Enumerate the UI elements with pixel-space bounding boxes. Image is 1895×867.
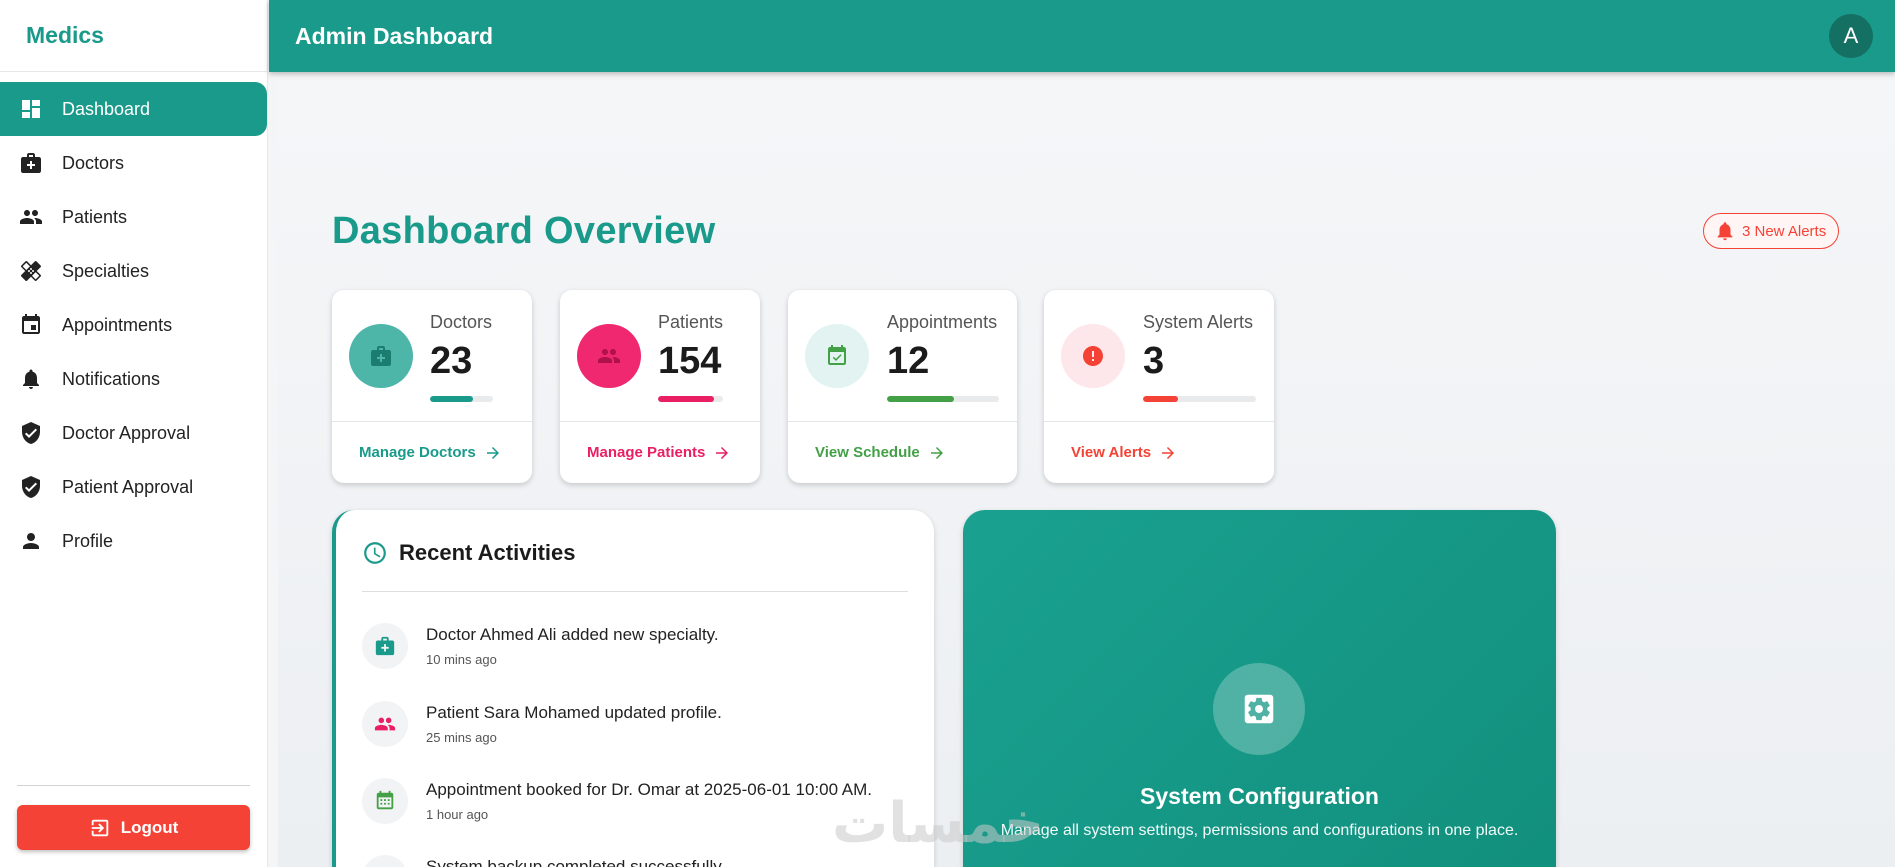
topbar: Admin Dashboard A <box>269 0 1895 72</box>
activity-text: Doctor Ahmed Ali added new specialty. <box>426 625 719 644</box>
bell-icon <box>18 366 44 392</box>
divider <box>362 591 908 592</box>
calendar-icon <box>362 778 408 824</box>
arrow-right-icon <box>1162 446 1175 459</box>
medical-bag-icon <box>349 324 413 388</box>
stat-card-patients: Patients 154 Manage Patients <box>560 290 760 483</box>
stat-value: 154 <box>658 340 722 382</box>
people-icon <box>18 204 44 230</box>
shield-check-icon <box>18 474 44 500</box>
main-content: Dashboard Overview 3 New Alerts Doctors … <box>278 80 1895 867</box>
logout-button[interactable]: Logout <box>17 805 250 850</box>
sidebar-item-patient-approval[interactable]: Patient Approval <box>0 460 267 514</box>
calendar-icon <box>18 312 44 338</box>
stat-progress-bar <box>658 396 723 402</box>
sidebar-item-label: Doctor Approval <box>62 422 191 443</box>
sidebar-item-label: Dashboard <box>62 98 151 119</box>
sidebar: Medics Dashboard Doctors Patients Specia… <box>0 0 268 867</box>
activity-text: System backup completed successfully. <box>426 857 726 867</box>
sidebar-item-label: Appointments <box>62 314 173 335</box>
clock-icon <box>364 542 386 564</box>
logout-label: Logout <box>120 817 179 837</box>
stat-progress-fill <box>430 396 473 402</box>
recent-activities-title: Recent Activities <box>399 540 576 565</box>
activity-time: 10 mins ago <box>426 652 497 667</box>
new-alerts-badge[interactable]: 3 New Alerts <box>1703 213 1840 249</box>
sidebar-item-appointments[interactable]: Appointments <box>0 298 267 352</box>
sidebar-item-doctors[interactable]: Doctors <box>0 136 267 190</box>
stat-card-doctors: Doctors 23 Manage Doctors <box>332 290 532 483</box>
sidebar-item-profile[interactable]: Profile <box>0 514 267 568</box>
stat-action-label: View Alerts <box>1071 444 1152 461</box>
sidebar-item-patients[interactable]: Patients <box>0 190 267 244</box>
stat-value: 23 <box>430 340 473 382</box>
sidebar-item-doctor-approval[interactable]: Doctor Approval <box>0 406 267 460</box>
stat-label: Appointments <box>887 312 998 332</box>
sidebar-item-notifications[interactable]: Notifications <box>0 352 267 406</box>
arrow-right-icon <box>486 446 499 459</box>
activity-text: Appointment booked for Dr. Omar at 2025-… <box>426 780 873 799</box>
stat-value: 3 <box>1143 340 1165 382</box>
manage-doctors-link[interactable]: Manage Doctors <box>332 421 532 483</box>
arrow-right-icon <box>716 446 729 459</box>
logout-icon <box>91 819 108 836</box>
avatar[interactable]: A <box>1829 14 1873 58</box>
sidebar-nav: Dashboard Doctors Patients Specialties A… <box>0 72 267 568</box>
watermark-logo: خمسات <box>832 791 1045 854</box>
sidebar-item-label: Patients <box>62 206 128 227</box>
stat-label: Doctors <box>430 312 493 332</box>
system-configuration-title: System Configuration <box>1140 783 1379 809</box>
stat-progress-bar <box>430 396 493 402</box>
stat-label: System Alerts <box>1143 312 1254 332</box>
manage-patients-link[interactable]: Manage Patients <box>560 421 760 483</box>
recent-activities-header: Recent Activities <box>362 540 575 566</box>
stat-progress-fill <box>1143 396 1179 402</box>
stat-progress-bar <box>1143 396 1256 402</box>
stat-action-label: View Schedule <box>815 444 920 461</box>
activity-time: 1 hour ago <box>426 807 489 822</box>
arrow-right-icon <box>930 446 943 459</box>
stat-action-label: Manage Doctors <box>359 444 476 461</box>
bell-icon <box>1717 222 1733 241</box>
brand-logo[interactable]: Medics <box>0 0 267 72</box>
stat-progress-bar <box>887 396 999 402</box>
sidebar-item-label: Patient Approval <box>62 476 194 497</box>
overview-title: Dashboard Overview <box>332 210 716 252</box>
view-schedule-link[interactable]: View Schedule <box>788 421 1017 483</box>
stat-progress-fill <box>658 396 714 402</box>
sidebar-item-label: Specialties <box>62 260 150 281</box>
alert-icon <box>1061 324 1125 388</box>
stat-action-label: Manage Patients <box>587 444 706 461</box>
medical-bag-icon <box>362 623 408 669</box>
sidebar-divider <box>17 785 250 786</box>
settings-icon <box>1213 663 1305 755</box>
activity-text: Patient Sara Mohamed updated profile. <box>426 703 722 722</box>
people-icon <box>362 701 408 747</box>
shield-check-icon <box>18 420 44 446</box>
stat-value: 12 <box>887 340 930 382</box>
sidebar-item-label: Notifications <box>62 368 161 389</box>
medical-bag-icon <box>18 150 44 176</box>
calendar-check-icon <box>805 324 869 388</box>
sidebar-item-label: Doctors <box>62 152 125 173</box>
page-title: Admin Dashboard <box>295 22 494 49</box>
healing-icon <box>18 258 44 284</box>
dashboard-icon <box>18 96 44 122</box>
backup-icon <box>362 855 408 867</box>
sidebar-item-specialties[interactable]: Specialties <box>0 244 267 298</box>
stat-card-system-alerts: System Alerts 3 View Alerts <box>1044 290 1274 483</box>
sidebar-item-dashboard[interactable]: Dashboard <box>0 82 267 136</box>
person-icon <box>18 528 44 554</box>
people-icon <box>577 324 641 388</box>
stat-card-appointments: Appointments 12 View Schedule <box>788 290 1017 483</box>
stat-label: Patients <box>658 312 724 332</box>
alerts-badge-label: 3 New Alerts <box>1742 222 1827 240</box>
activity-time: 25 mins ago <box>426 730 497 745</box>
view-alerts-link[interactable]: View Alerts <box>1044 421 1274 483</box>
stat-progress-fill <box>887 396 955 402</box>
system-configuration-card[interactable]: System Configuration Manage all system s… <box>963 510 1556 867</box>
system-configuration-description: Manage all system settings, permissions … <box>1000 822 1519 839</box>
sidebar-item-label: Profile <box>62 530 114 551</box>
